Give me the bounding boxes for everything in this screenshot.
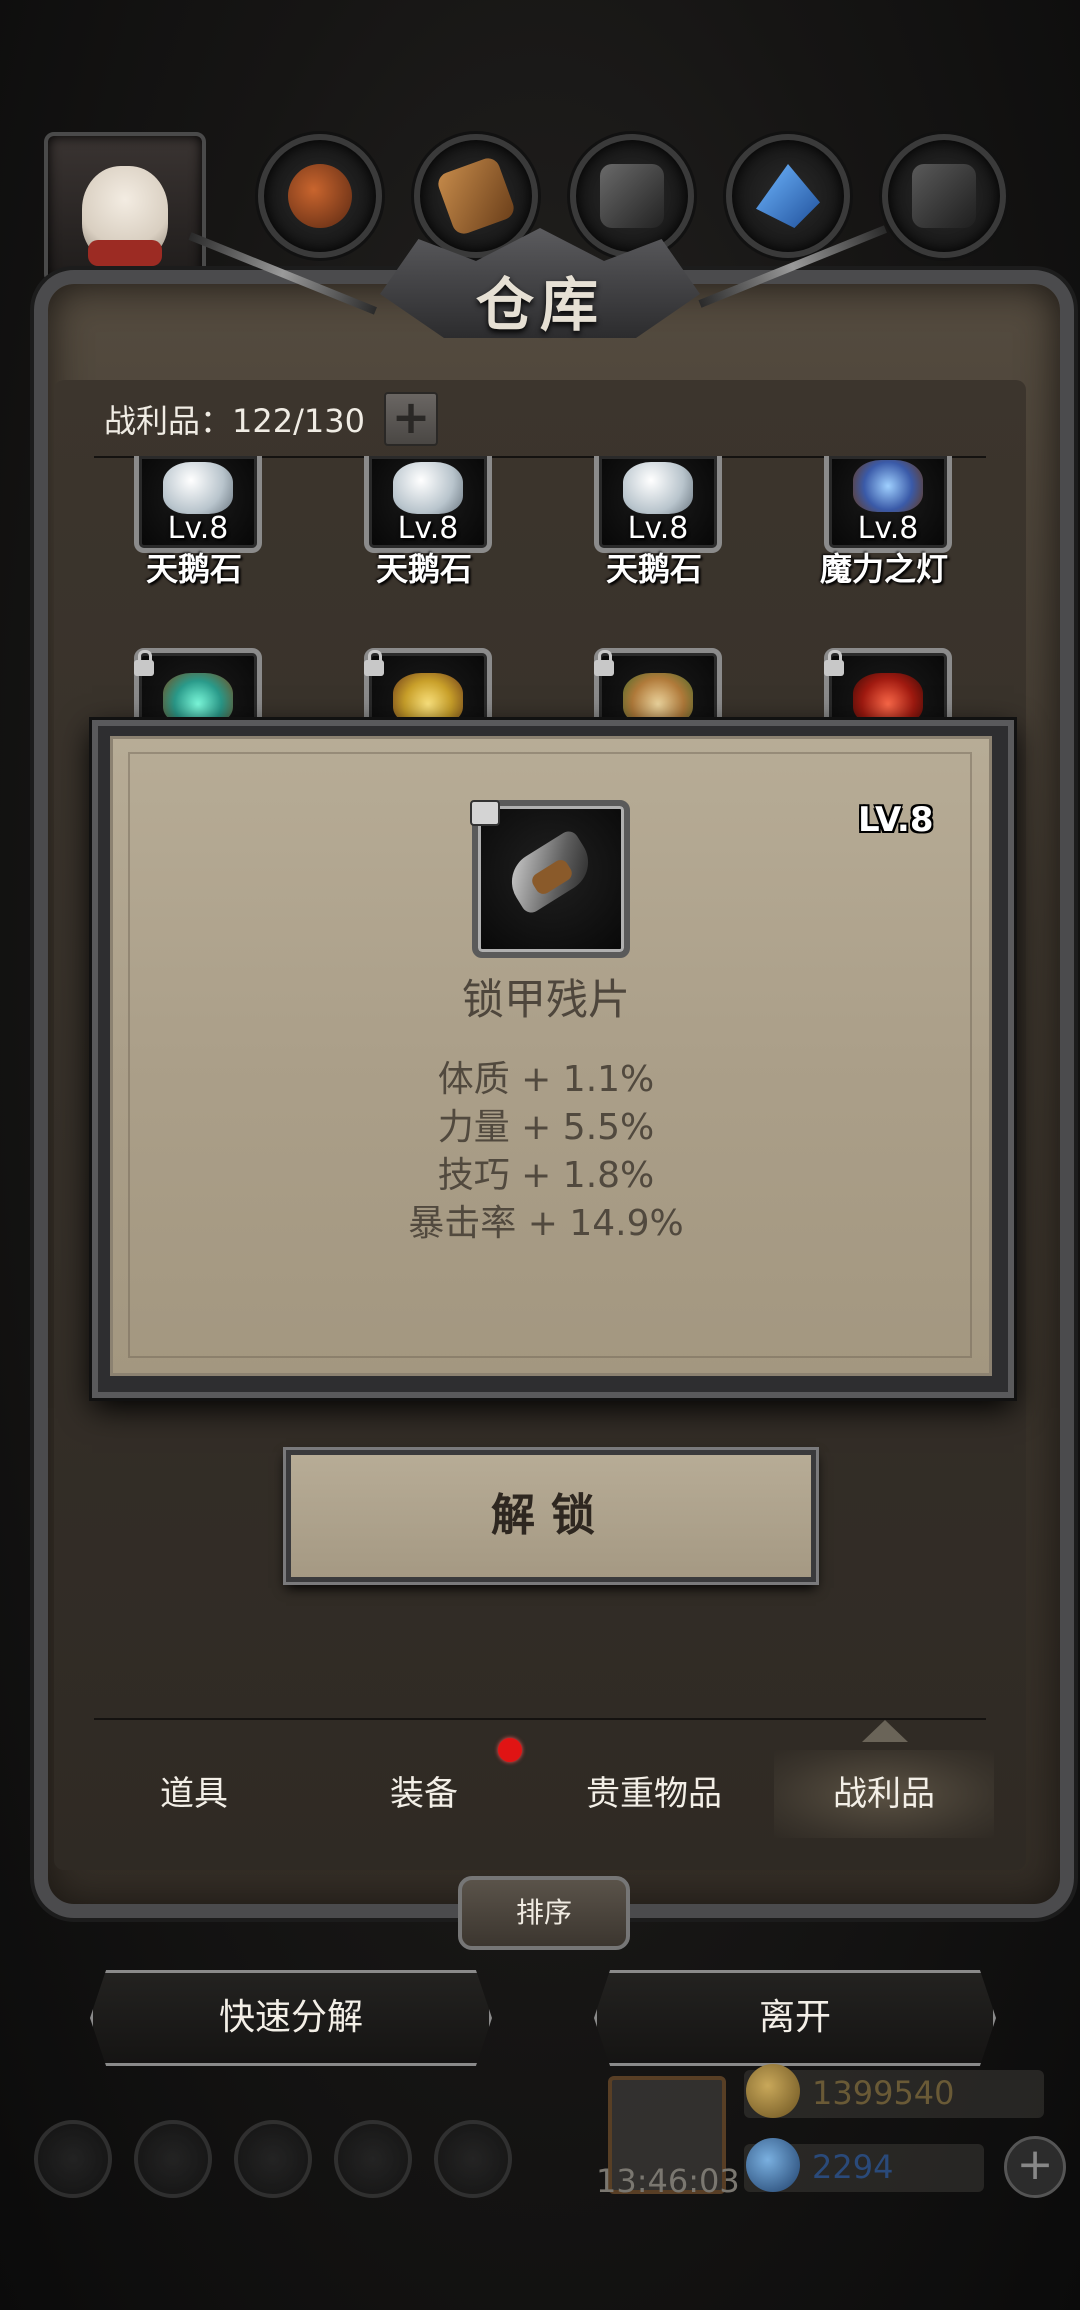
add-gems-button[interactable]: + — [1004, 2136, 1066, 2198]
item-name: 魔力之灯 — [819, 550, 948, 588]
item-level: Lv.8 — [627, 511, 689, 546]
item-name: 天鹅石 — [375, 550, 472, 588]
item-stat: 体质 + 1.1% — [437, 1059, 655, 1100]
lock-icon — [594, 650, 614, 676]
swan-stone-icon — [163, 462, 233, 514]
shop-icon[interactable] — [434, 2120, 512, 2198]
settings-icon[interactable] — [34, 2120, 112, 2198]
lantern-icon — [393, 673, 463, 725]
gold-coin-icon — [746, 2064, 800, 2118]
page-title: 仓库 — [475, 271, 604, 339]
lock-icon — [364, 650, 384, 676]
avatar-scarf — [88, 240, 162, 266]
iron-tab-icon[interactable] — [570, 134, 694, 258]
item-level: Lv.8 — [167, 511, 229, 546]
gold-amount: 1399540 — [812, 2074, 955, 2112]
tab-items[interactable]: 道具 — [84, 1750, 304, 1838]
item-name: 天鹅石 — [145, 550, 242, 588]
sort-button[interactable]: 排序 — [458, 1876, 630, 1950]
item-level: Lv.8 — [397, 511, 459, 546]
item-slot[interactable]: Lv.8 — [594, 456, 722, 553]
swan-stone-icon — [623, 462, 693, 514]
gift-timer: 13:46:03 — [596, 2162, 740, 2200]
radish-icon — [623, 673, 693, 725]
item-slot[interactable]: Lv.8 — [824, 456, 952, 553]
expand-capacity-button[interactable]: + — [384, 392, 438, 446]
quick-decompose-button[interactable]: 快速分解 — [90, 1970, 492, 2066]
item-level: Lv.8 — [857, 511, 919, 546]
item-title: 锁甲残片 — [461, 975, 630, 1024]
item-name: 天鹅石 — [605, 550, 702, 588]
item-stat: 力量 + 5.5% — [437, 1107, 655, 1148]
tab-equipment[interactable]: 装备 — [314, 1750, 534, 1838]
firecracker-icon — [853, 673, 923, 725]
lock-icon — [824, 650, 844, 676]
item-stat: 技巧 + 1.8% — [437, 1155, 655, 1196]
swan-stone-icon — [393, 462, 463, 514]
item-slot[interactable]: Lv.8 — [364, 456, 492, 553]
item-level-tag: LV.8 — [858, 800, 934, 840]
crystal-tab-icon[interactable] — [726, 134, 850, 258]
lantern-icon — [163, 673, 233, 725]
lock-icon — [134, 650, 154, 676]
leave-button[interactable]: 离开 — [594, 1970, 996, 2066]
material-tab-icon[interactable] — [258, 134, 382, 258]
magic-lamp-icon — [853, 460, 923, 512]
tab-loot[interactable]: 战利品 — [774, 1750, 994, 1838]
unlock-button[interactable]: 解锁 — [286, 1450, 816, 1582]
lock-icon — [470, 800, 500, 826]
item-slot[interactable]: Lv.8 — [134, 456, 262, 553]
guild-icon[interactable] — [234, 2120, 312, 2198]
gem-amount: 2294 — [812, 2148, 894, 2186]
tab-valuables[interactable]: 贵重物品 — [544, 1750, 764, 1838]
gem-icon — [746, 2138, 800, 2192]
stone-tab-icon[interactable] — [882, 134, 1006, 258]
notification-badge — [498, 1738, 522, 1762]
achievement-icon[interactable] — [134, 2120, 212, 2198]
mail-icon[interactable] — [334, 2120, 412, 2198]
loot-capacity: 战利品：122/130 — [104, 402, 365, 440]
player-avatar[interactable] — [44, 132, 206, 284]
tabs-divider — [94, 1718, 986, 1720]
item-stat: 暴击率 + 14.9% — [408, 1203, 684, 1244]
